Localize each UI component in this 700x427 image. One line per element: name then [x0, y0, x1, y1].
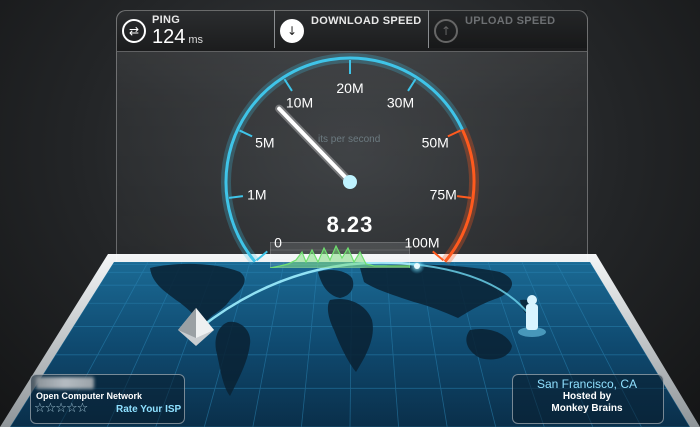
gauge-tick-label: 1M [247, 186, 266, 202]
host-name: Monkey Brains [551, 403, 623, 414]
speedtest-stage: ⇄ PING 124 ms ↓ DOWNLOAD SPEED ↑ UPLOAD S… [0, 0, 700, 427]
gauge-tick [407, 78, 417, 92]
server-host: Hosted by Monkey Brains [512, 391, 662, 415]
speed-reading: 8.23 [326, 212, 374, 237]
gauge-tick [283, 78, 293, 92]
gauge-needle [277, 106, 352, 184]
gauge-tick [432, 250, 445, 262]
gauge-tick-label: 50M [422, 134, 449, 150]
gauge-unit-caption: its per second [318, 134, 381, 145]
isp-name: Open Computer Network [36, 391, 143, 401]
server-city[interactable]: San Francisco, CA [512, 377, 662, 391]
rate-isp-link[interactable]: Rate Your ISP [116, 404, 181, 415]
gauge-tick-label: 5M [255, 134, 274, 150]
gauge-tick-label: 10M [286, 95, 313, 111]
isp-rating-stars[interactable]: ☆☆☆☆☆ [34, 401, 88, 416]
isp-ip-redacted [36, 377, 94, 389]
gauge-tick-label: 75M [430, 186, 457, 202]
hosted-by-label: Hosted by [562, 391, 612, 402]
speed-history-graph [270, 242, 410, 268]
gauge-tick-label: 30M [387, 95, 414, 111]
gauge-tick [255, 250, 268, 262]
gauge-hub [343, 175, 357, 189]
gauge-tick-label: 20M [336, 80, 363, 96]
